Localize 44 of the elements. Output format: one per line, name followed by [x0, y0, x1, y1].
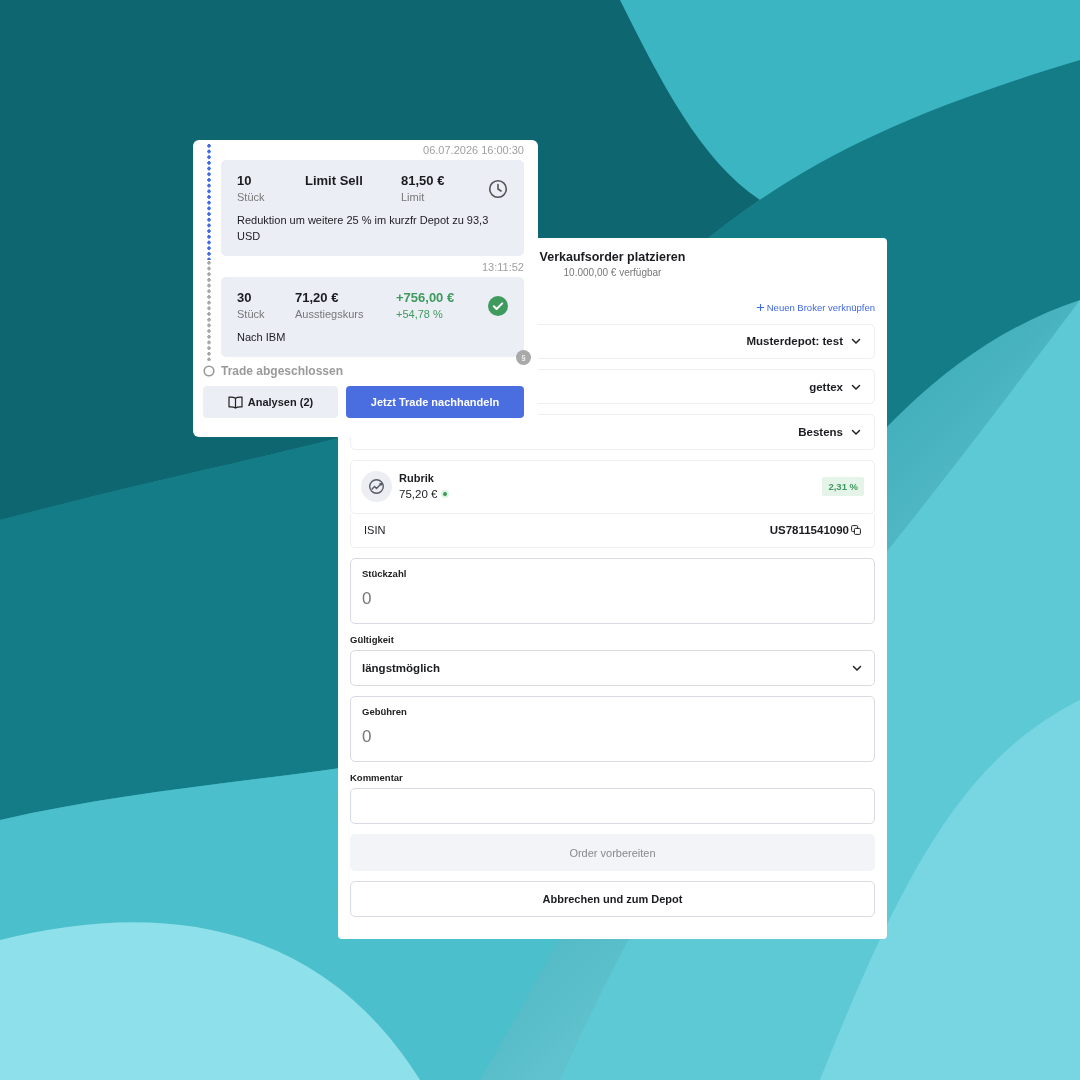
exit-price-label: Ausstiegskurs [295, 307, 365, 322]
order-type: Limit Sell [305, 172, 364, 189]
book-icon [227, 395, 243, 409]
timestamp: 13:11:52 [482, 260, 524, 275]
input-field[interactable]: Gebühren 0 [350, 696, 875, 762]
quantity-value: 10 [237, 172, 253, 189]
live-dot-icon [441, 490, 450, 499]
number-input[interactable]: 0 [362, 727, 863, 748]
quantity-value: 30 [237, 289, 253, 306]
instrument-price: 75,20 € [399, 487, 438, 503]
seal-badge: § [516, 350, 531, 365]
circle-icon [203, 365, 215, 377]
field-label: Gültigkeit [350, 632, 394, 646]
dialog-title: Verkaufsorder platzieren [539, 249, 686, 266]
quantity-label: Stück [237, 190, 266, 205]
field-label: Gebühren [362, 706, 408, 718]
input-field[interactable]: Stückzahl 0 [350, 557, 875, 624]
analyses-button[interactable]: Analysen (2) [203, 386, 338, 418]
profit-amount: +756,00 € [396, 289, 456, 306]
number-input[interactable]: 0 [362, 588, 863, 609]
chart-icon [361, 471, 392, 503]
trade-status: Trade abgeschlossen [221, 364, 344, 378]
retrade-button[interactable]: Jetzt Trade nachhandeln [346, 386, 524, 418]
trade-note: Nach IBM [237, 330, 287, 345]
profit-percent: +54,78 % [396, 307, 444, 322]
instrument-name: Rubrik [399, 471, 435, 487]
available-balance: 10.000,00 € verfügbar [563, 266, 662, 279]
plus-icon [755, 303, 765, 313]
limit-price: 81,50 € [401, 172, 446, 189]
link-broker-link[interactable]: Neuen Broker verknüpfen [755, 302, 875, 314]
limit-label: Limit [401, 190, 426, 205]
field-label: Stückzahl [362, 567, 408, 579]
quantity-label: Stück [237, 307, 266, 322]
timestamp: 06.07.2026 16:00:30 [423, 143, 524, 158]
comment-field[interactable] [350, 788, 875, 825]
copy-icon[interactable] [851, 525, 861, 536]
change-badge: 2,31 % [822, 477, 864, 497]
isin-label: ISIN [364, 524, 386, 537]
cancel-button[interactable]: Abbrechen und zum Depot [350, 880, 875, 917]
trade-note: Reduktion um weitere 25 % im kurzfr Depot zu 93,3 USD [237, 213, 490, 244]
isin-value: US7811541090 [769, 524, 849, 537]
exit-price: 71,20 € [295, 289, 340, 306]
dropdown[interactable]: längstmöglich [350, 649, 875, 687]
field-label: Kommentar [350, 771, 403, 784]
